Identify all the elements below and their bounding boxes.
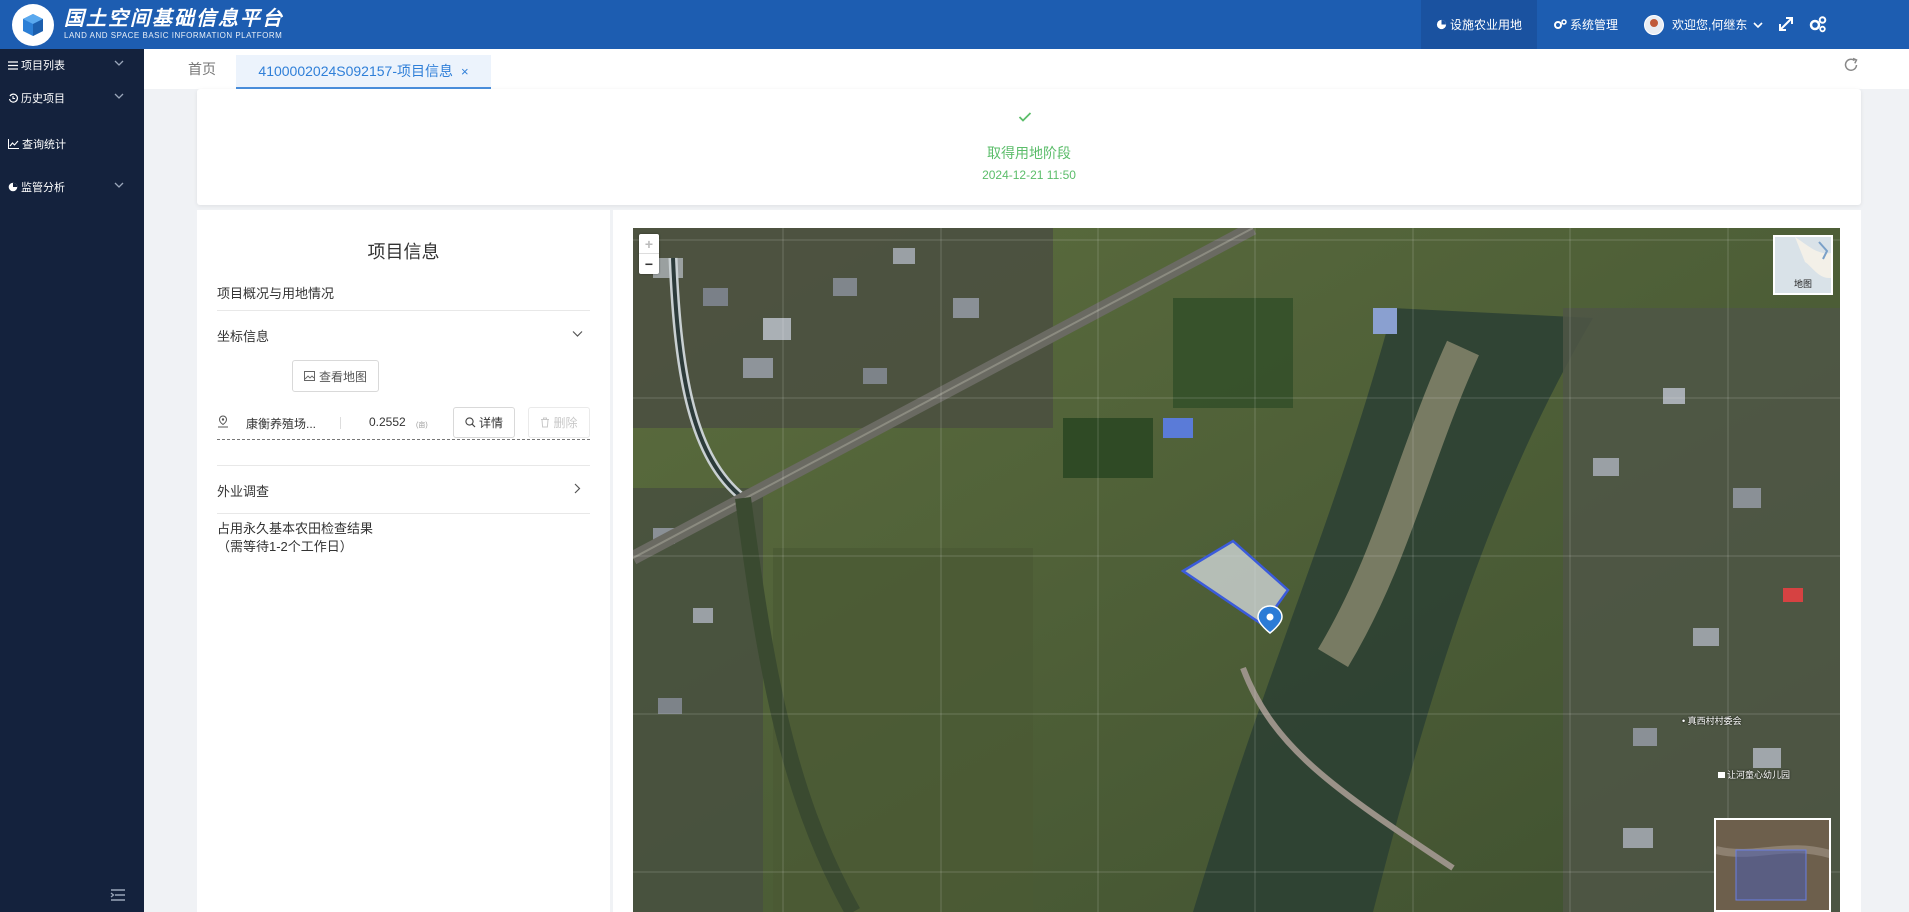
check-result-note: （需等待1-2个工作日） bbox=[217, 539, 353, 554]
zoom-in-button[interactable]: + bbox=[639, 234, 659, 254]
map-pin-icon bbox=[218, 415, 228, 428]
nav-system-management[interactable]: 系统管理 bbox=[1554, 0, 1618, 49]
fullscreen-icon[interactable] bbox=[1776, 14, 1796, 34]
chevron-down-icon bbox=[114, 93, 124, 99]
basic-farmland-check-result: 占用永久基本农田检查结果 （需等待1-2个工作日） bbox=[217, 520, 590, 556]
sidebar-item-query-stats[interactable]: 查询统计 bbox=[0, 133, 144, 155]
tab-home[interactable]: 首页 bbox=[188, 49, 216, 89]
school-icon bbox=[1718, 772, 1725, 778]
chevron-down-icon bbox=[114, 60, 124, 66]
sidebar-item-label: 查询统计 bbox=[22, 139, 66, 151]
chart-icon bbox=[8, 139, 19, 149]
coord-item-area: 0.2552 bbox=[369, 415, 406, 429]
satellite-imagery bbox=[633, 228, 1840, 912]
list-icon bbox=[8, 60, 18, 70]
coord-section-title: 坐标信息 bbox=[217, 329, 270, 344]
stage-status-card: 取得用地阶段 2024-12-21 11:50 bbox=[197, 89, 1861, 205]
view-map-label: 查看地图 bbox=[318, 369, 367, 384]
poi-kindergarten-label: 让河童心幼儿园 bbox=[1727, 770, 1791, 780]
history-icon bbox=[8, 93, 18, 103]
sidebar-item-history-projects[interactable]: 历史项目 bbox=[0, 87, 144, 109]
image-icon bbox=[303, 371, 315, 381]
poi-kindergarten[interactable]: 让河童心幼儿园 bbox=[1718, 768, 1790, 781]
field-survey-link[interactable]: 外业调查 bbox=[217, 481, 590, 500]
stage-name: 取得用地阶段 bbox=[987, 145, 1071, 161]
collapse-menu-icon[interactable] bbox=[110, 888, 126, 902]
poi-village-committee[interactable]: • 真西村村委会 bbox=[1682, 714, 1742, 727]
refresh-icon[interactable] bbox=[1843, 57, 1859, 73]
logo-title: 国土空间基础信息平台 bbox=[64, 8, 284, 30]
chevron-right-icon bbox=[574, 483, 581, 494]
coord-section-header[interactable]: 坐标信息 bbox=[217, 326, 590, 345]
user-menu[interactable]: 欢迎您,何继东 bbox=[1644, 0, 1763, 49]
project-info-panel: 项目信息 项目概况与用地情况 坐标信息 查看地图 康衡养殖场... 0.2552… bbox=[197, 210, 610, 912]
avatar bbox=[1644, 14, 1664, 35]
separator bbox=[340, 417, 341, 429]
tab-project-info[interactable]: 4100002024S092157-项目信息 × bbox=[236, 55, 491, 89]
check-icon bbox=[1018, 112, 1032, 122]
stage-time: 2024-12-21 11:50 bbox=[982, 168, 1076, 182]
coord-item-name: 康衡养殖场... bbox=[246, 417, 317, 431]
project-overview-link[interactable]: 项目概况与用地情况 bbox=[217, 283, 590, 302]
gears-icon bbox=[1554, 19, 1567, 29]
sidebar-item-label: 监管分析 bbox=[21, 182, 65, 194]
sidebar: 项目列表 历史项目 查询统计 监管分析 bbox=[0, 49, 144, 912]
divider bbox=[217, 513, 590, 514]
sidebar-item-label: 项目列表 bbox=[21, 60, 65, 72]
pie-icon bbox=[8, 182, 18, 192]
overview-thumbnail bbox=[1716, 820, 1829, 910]
pie-icon bbox=[1436, 19, 1447, 30]
trash-icon bbox=[541, 417, 550, 428]
sidebar-item-project-list[interactable]: 项目列表 bbox=[0, 54, 144, 76]
overview-map[interactable] bbox=[1714, 818, 1831, 912]
tab-project-info-label: 4100002024S092157-项目信息 bbox=[258, 63, 453, 79]
nav-facility-agri-land[interactable]: 设施农业用地 bbox=[1421, 0, 1537, 49]
coord-item-unit: (亩) bbox=[416, 422, 428, 429]
basemap-label: 地图 bbox=[1793, 279, 1812, 289]
view-map-button[interactable]: 查看地图 bbox=[292, 360, 379, 392]
zoom-out-button[interactable]: − bbox=[639, 254, 659, 274]
map-panel: + − 地图 • 真西村村委会 让河童心幼儿园 bbox=[613, 210, 1861, 912]
tabs-bar: 首页 4100002024S092157-项目信息 × bbox=[144, 49, 1909, 89]
coord-item-row: 康衡养殖场... 0.2552 (亩) 详情 删除 bbox=[217, 405, 590, 440]
divider bbox=[217, 310, 590, 311]
sidebar-item-supervision-analysis[interactable]: 监管分析 bbox=[0, 176, 144, 198]
user-greeting: 欢迎您,何继东 bbox=[1672, 18, 1748, 32]
detail-button[interactable]: 详情 bbox=[453, 407, 515, 438]
cube-logo-icon bbox=[12, 3, 54, 46]
close-icon[interactable]: × bbox=[461, 64, 469, 79]
divider bbox=[217, 465, 590, 466]
detail-label: 详情 bbox=[478, 416, 503, 430]
nav-system-label: 系统管理 bbox=[1570, 18, 1619, 32]
chevron-down-icon bbox=[114, 182, 124, 188]
nav-facility-label: 设施农业用地 bbox=[1449, 18, 1522, 32]
delete-label: 删除 bbox=[553, 416, 578, 430]
search-icon bbox=[465, 417, 476, 428]
delete-button[interactable]: 删除 bbox=[528, 407, 590, 438]
check-result-title: 占用永久基本农田检查结果 bbox=[217, 521, 374, 536]
sidebar-item-label: 历史项目 bbox=[21, 93, 65, 105]
satellite-map[interactable]: + − 地图 • 真西村村委会 让河童心幼儿园 bbox=[633, 228, 1840, 912]
zoom-control: + − bbox=[639, 234, 659, 274]
logo-subtitle: LAND AND SPACE BASIC INFORMATION PLATFOR… bbox=[64, 31, 283, 40]
settings-gears-icon[interactable] bbox=[1808, 14, 1828, 34]
chevron-down-icon bbox=[1753, 21, 1763, 28]
platform-logo[interactable]: 国土空间基础信息平台 LAND AND SPACE BASIC INFORMAT… bbox=[12, 0, 284, 49]
panel-title: 项目信息 bbox=[367, 242, 440, 262]
field-survey-title: 外业调查 bbox=[217, 484, 270, 499]
top-header: 国土空间基础信息平台 LAND AND SPACE BASIC INFORMAT… bbox=[0, 0, 1909, 49]
chevron-down-icon bbox=[572, 331, 583, 337]
basemap-layer-switch[interactable]: 地图 bbox=[1773, 235, 1833, 295]
